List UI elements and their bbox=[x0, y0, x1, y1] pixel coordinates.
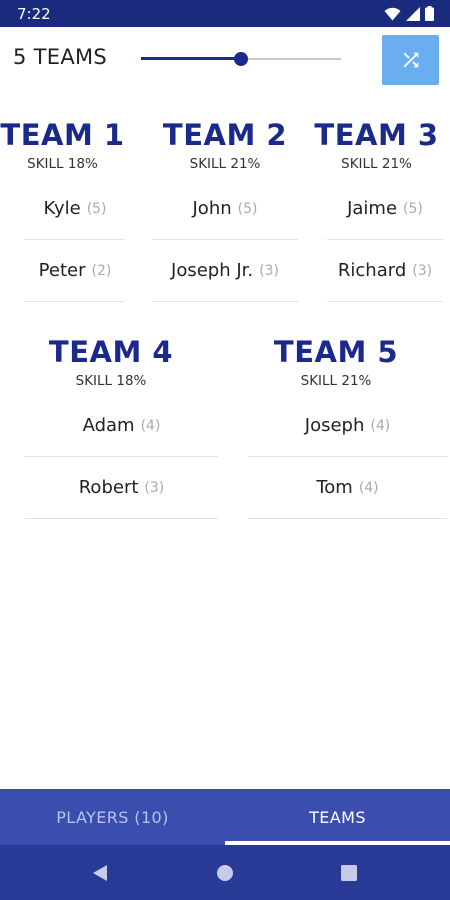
player-name: Joseph bbox=[304, 415, 365, 436]
player-name: Adam bbox=[82, 415, 135, 436]
team-card: TEAM 3 SKILL 21% Jaime (5) Richard (3) bbox=[310, 118, 443, 303]
team-skill: SKILL 21% bbox=[300, 373, 372, 389]
player-row[interactable]: Joseph Jr. (3) bbox=[152, 240, 298, 302]
player-name: Richard bbox=[337, 260, 407, 281]
team-count-slider[interactable] bbox=[141, 50, 341, 68]
player-skill: (5) bbox=[403, 200, 423, 217]
tab-players[interactable]: PLAYERS (10) bbox=[0, 789, 225, 845]
player-name: Jaime bbox=[347, 198, 398, 219]
player-row[interactable]: John (5) bbox=[152, 178, 298, 240]
player-skill: (3) bbox=[412, 262, 433, 279]
tab-teams-label: TEAMS bbox=[309, 807, 366, 827]
recents-button[interactable] bbox=[338, 862, 360, 884]
player-skill: (4) bbox=[358, 479, 379, 496]
status-icons bbox=[384, 6, 434, 21]
player-row[interactable]: Robert (3) bbox=[25, 457, 218, 519]
player-row[interactable]: Joseph (4) bbox=[248, 395, 447, 457]
team-count-label: 5 TEAMS bbox=[13, 45, 108, 69]
player-skill: (4) bbox=[370, 417, 391, 434]
team-skill: SKILL 21% bbox=[341, 156, 412, 172]
player-skill: (5) bbox=[237, 200, 258, 217]
player-skill: (2) bbox=[91, 262, 112, 279]
tab-players-label: PLAYERS (10) bbox=[56, 807, 169, 827]
team-card: TEAM 5 SKILL 21% Joseph (4) Tom (4) bbox=[225, 335, 447, 520]
player-name: Kyle bbox=[43, 198, 81, 219]
player-row[interactable]: Kyle (5) bbox=[25, 178, 125, 240]
player-name: Robert bbox=[78, 477, 139, 498]
player-row[interactable]: Peter (2) bbox=[25, 240, 125, 302]
team-skill: SKILL 18% bbox=[75, 373, 147, 389]
back-button[interactable] bbox=[89, 862, 111, 884]
status-bar: 7:22 bbox=[0, 0, 450, 27]
team-title: TEAM 4 bbox=[48, 335, 174, 369]
team-skill: SKILL 21% bbox=[189, 156, 261, 172]
team-title: TEAM 3 bbox=[314, 118, 439, 152]
player-skill: (5) bbox=[86, 200, 107, 217]
player-skill: (3) bbox=[144, 479, 165, 496]
team-card: TEAM 4 SKILL 18% Adam (4) Robert (3) bbox=[0, 335, 222, 520]
player-row[interactable]: Jaime (5) bbox=[327, 178, 443, 240]
player-row[interactable]: Richard (3) bbox=[327, 240, 443, 302]
player-name: Peter bbox=[38, 260, 86, 281]
wifi-icon bbox=[384, 7, 401, 20]
player-row[interactable]: Tom (4) bbox=[248, 457, 447, 519]
player-name: Joseph Jr. bbox=[171, 260, 254, 281]
tab-teams[interactable]: TEAMS bbox=[225, 789, 450, 845]
team-skill: SKILL 18% bbox=[27, 156, 98, 172]
back-icon bbox=[93, 865, 107, 881]
system-nav-bar bbox=[0, 845, 450, 900]
team-title: TEAM 5 bbox=[273, 335, 399, 369]
home-icon bbox=[217, 865, 233, 881]
player-name: John bbox=[192, 198, 232, 219]
team-card: TEAM 1 SKILL 18% Kyle (5) Peter (2) bbox=[0, 118, 125, 303]
player-skill: (4) bbox=[140, 417, 161, 434]
slider-thumb[interactable] bbox=[234, 52, 248, 66]
player-row[interactable]: Adam (4) bbox=[25, 395, 218, 457]
shuffle-icon bbox=[403, 52, 418, 68]
home-button[interactable] bbox=[214, 862, 236, 884]
player-skill: (3) bbox=[259, 262, 279, 279]
battery-icon bbox=[425, 6, 434, 21]
signal-icon bbox=[406, 6, 420, 21]
status-time: 7:22 bbox=[17, 5, 51, 23]
slider-fill bbox=[141, 57, 241, 60]
shuffle-button[interactable] bbox=[382, 35, 439, 85]
team-title: TEAM 2 bbox=[162, 118, 288, 152]
team-title: TEAM 1 bbox=[0, 118, 125, 152]
team-card: TEAM 2 SKILL 21% John (5) Joseph Jr. (3) bbox=[150, 118, 300, 303]
player-name: Tom bbox=[316, 477, 353, 498]
tab-bar: PLAYERS (10) TEAMS bbox=[0, 789, 450, 845]
recents-icon bbox=[341, 865, 357, 881]
